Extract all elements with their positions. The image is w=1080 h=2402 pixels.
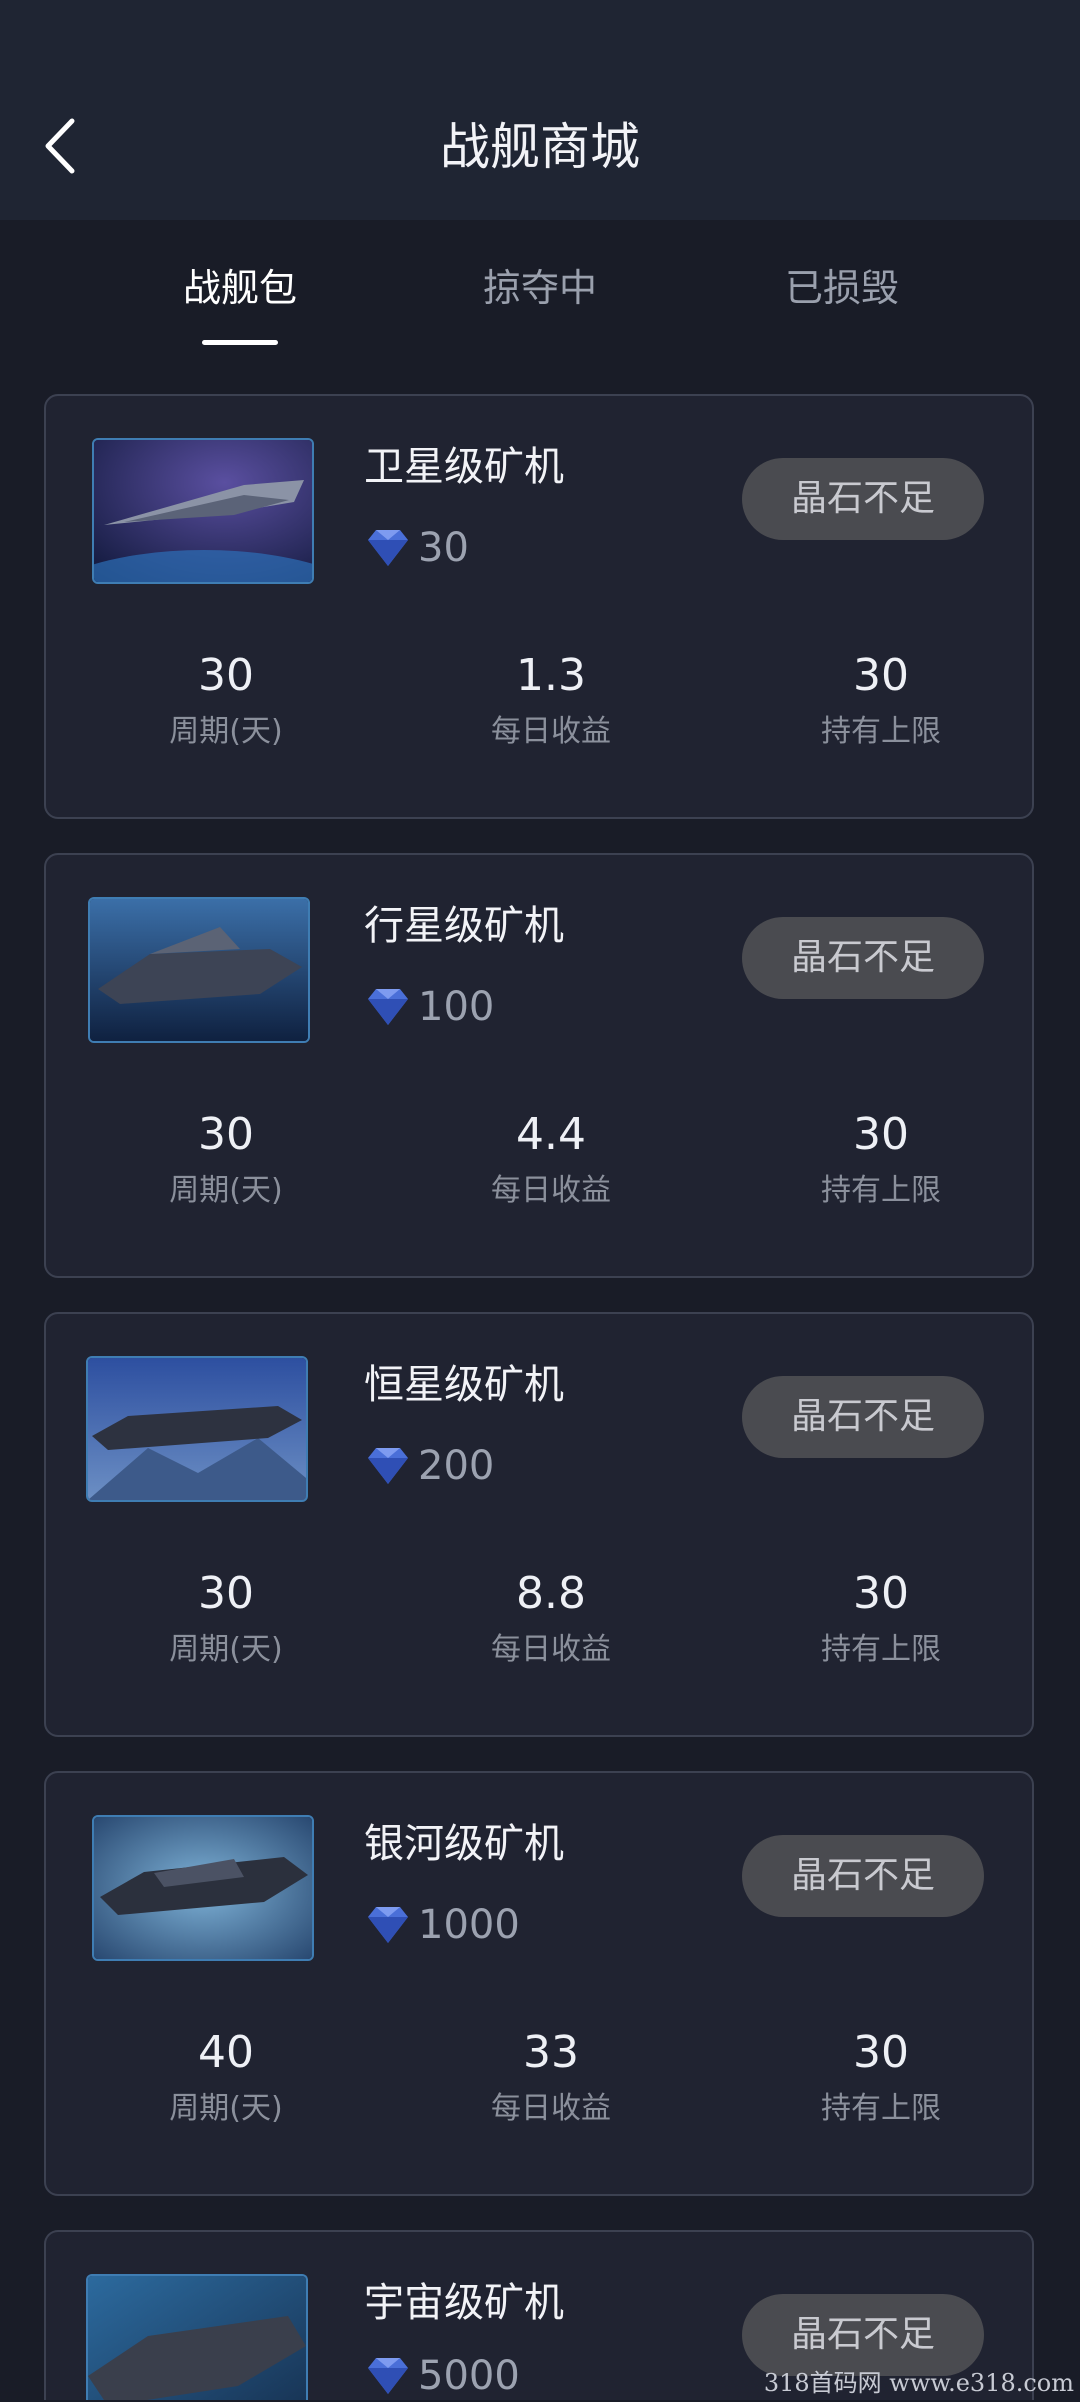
price-value: 1000 [418,1902,520,1948]
stat-label: 每日收益 [491,1173,611,1208]
active-tab-indicator [202,340,278,345]
stat-period: 30 周期(天) [106,646,346,754]
ship-card: 恒星级矿机 200 晶石不足 30 周期(天) 8.8 每日收益 30 持有上限 [44,1312,1034,1737]
stat-holding-limit: 30 持有上限 [761,1105,1001,1213]
ship-card: 行星级矿机 100 晶石不足 30 周期(天) 4.4 每日收益 30 持有上限 [44,853,1034,1278]
price: 200 [364,1440,494,1492]
stat-daily-income: 4.4 每日收益 [431,1105,671,1213]
ship-card: 卫星级矿机 30 晶石不足 30 周期(天) 1.3 每日收益 30 持有上限 [44,394,1034,819]
app-header: 战舰商城 [0,0,1080,220]
gem-icon [368,1907,408,1943]
stat-label: 持有上限 [821,1632,941,1667]
gem-icon [368,1448,408,1484]
gem-icon [368,2358,408,2394]
stat-label: 每日收益 [491,2091,611,2126]
ship-name: 行星级矿机 [364,903,564,949]
stat-value: 30 [853,650,909,701]
ship-card: 银河级矿机 1000 晶石不足 40 周期(天) 33 每日收益 30 持有上限 [44,1771,1034,2196]
gem-icon [368,530,408,566]
page-title: 战舰商城 [440,118,640,176]
ship-name: 宇宙级矿机 [364,2280,564,2326]
stat-label: 周期(天) [169,714,283,749]
stat-value: 30 [198,650,254,701]
stat-label: 周期(天) [169,2091,283,2126]
stat-value: 30 [198,1568,254,1619]
price: 100 [364,981,494,1033]
stat-daily-income: 8.8 每日收益 [431,1564,671,1672]
ship-image [86,1356,308,1502]
stat-value: 40 [198,2027,254,2078]
stat-holding-limit: 30 持有上限 [761,646,1001,754]
stat-period: 40 周期(天) [106,2023,346,2131]
stat-label: 持有上限 [821,2091,941,2126]
stat-daily-income: 1.3 每日收益 [431,646,671,754]
ship-name: 卫星级矿机 [364,444,564,490]
stat-holding-limit: 30 持有上限 [761,1564,1001,1672]
stat-value: 30 [853,2027,909,2078]
tab-bar: 战舰包 掠夺中 已损毁 [0,260,1080,350]
tab-destroyed[interactable]: 已损毁 [722,260,962,316]
price: 5000 [364,2350,520,2402]
gem-icon [368,989,408,1025]
ship-image [86,2274,308,2400]
stat-period: 30 周期(天) [106,1105,346,1213]
stat-label: 持有上限 [821,1173,941,1208]
stat-holding-limit: 30 持有上限 [761,2023,1001,2131]
stat-value: 30 [198,1109,254,1160]
stat-value: 1.3 [516,650,586,701]
price-value: 100 [418,984,495,1030]
price-value: 5000 [418,2353,520,2399]
insufficient-crystal-button[interactable]: 晶石不足 [742,917,984,999]
stat-value: 8.8 [516,1568,586,1619]
tab-plundering[interactable]: 掠夺中 [420,260,660,316]
stat-value: 30 [853,1568,909,1619]
stat-label: 持有上限 [821,714,941,749]
stat-period: 30 周期(天) [106,1564,346,1672]
ship-image [88,897,310,1043]
stat-label: 每日收益 [491,714,611,749]
price-value: 200 [418,1443,495,1489]
insufficient-crystal-button[interactable]: 晶石不足 [742,458,984,540]
stat-value: 33 [523,2027,579,2078]
watermark: 318首码网 www.e318.com [763,2369,1074,2397]
ship-name: 恒星级矿机 [364,1362,564,1408]
stat-label: 周期(天) [169,1632,283,1667]
price: 30 [364,522,469,574]
tab-warship-pack[interactable]: 战舰包 [120,260,360,316]
price: 1000 [364,1899,520,1951]
stat-daily-income: 33 每日收益 [431,2023,671,2131]
stat-label: 周期(天) [169,1173,283,1208]
ship-image [92,438,314,584]
insufficient-crystal-button[interactable]: 晶石不足 [742,1376,984,1458]
ship-image [92,1815,314,1961]
stat-value: 4.4 [516,1109,586,1160]
stat-label: 每日收益 [491,1632,611,1667]
ship-name: 银河级矿机 [364,1821,564,1867]
insufficient-crystal-button[interactable]: 晶石不足 [742,1835,984,1917]
price-value: 30 [418,525,469,571]
stat-value: 30 [853,1109,909,1160]
